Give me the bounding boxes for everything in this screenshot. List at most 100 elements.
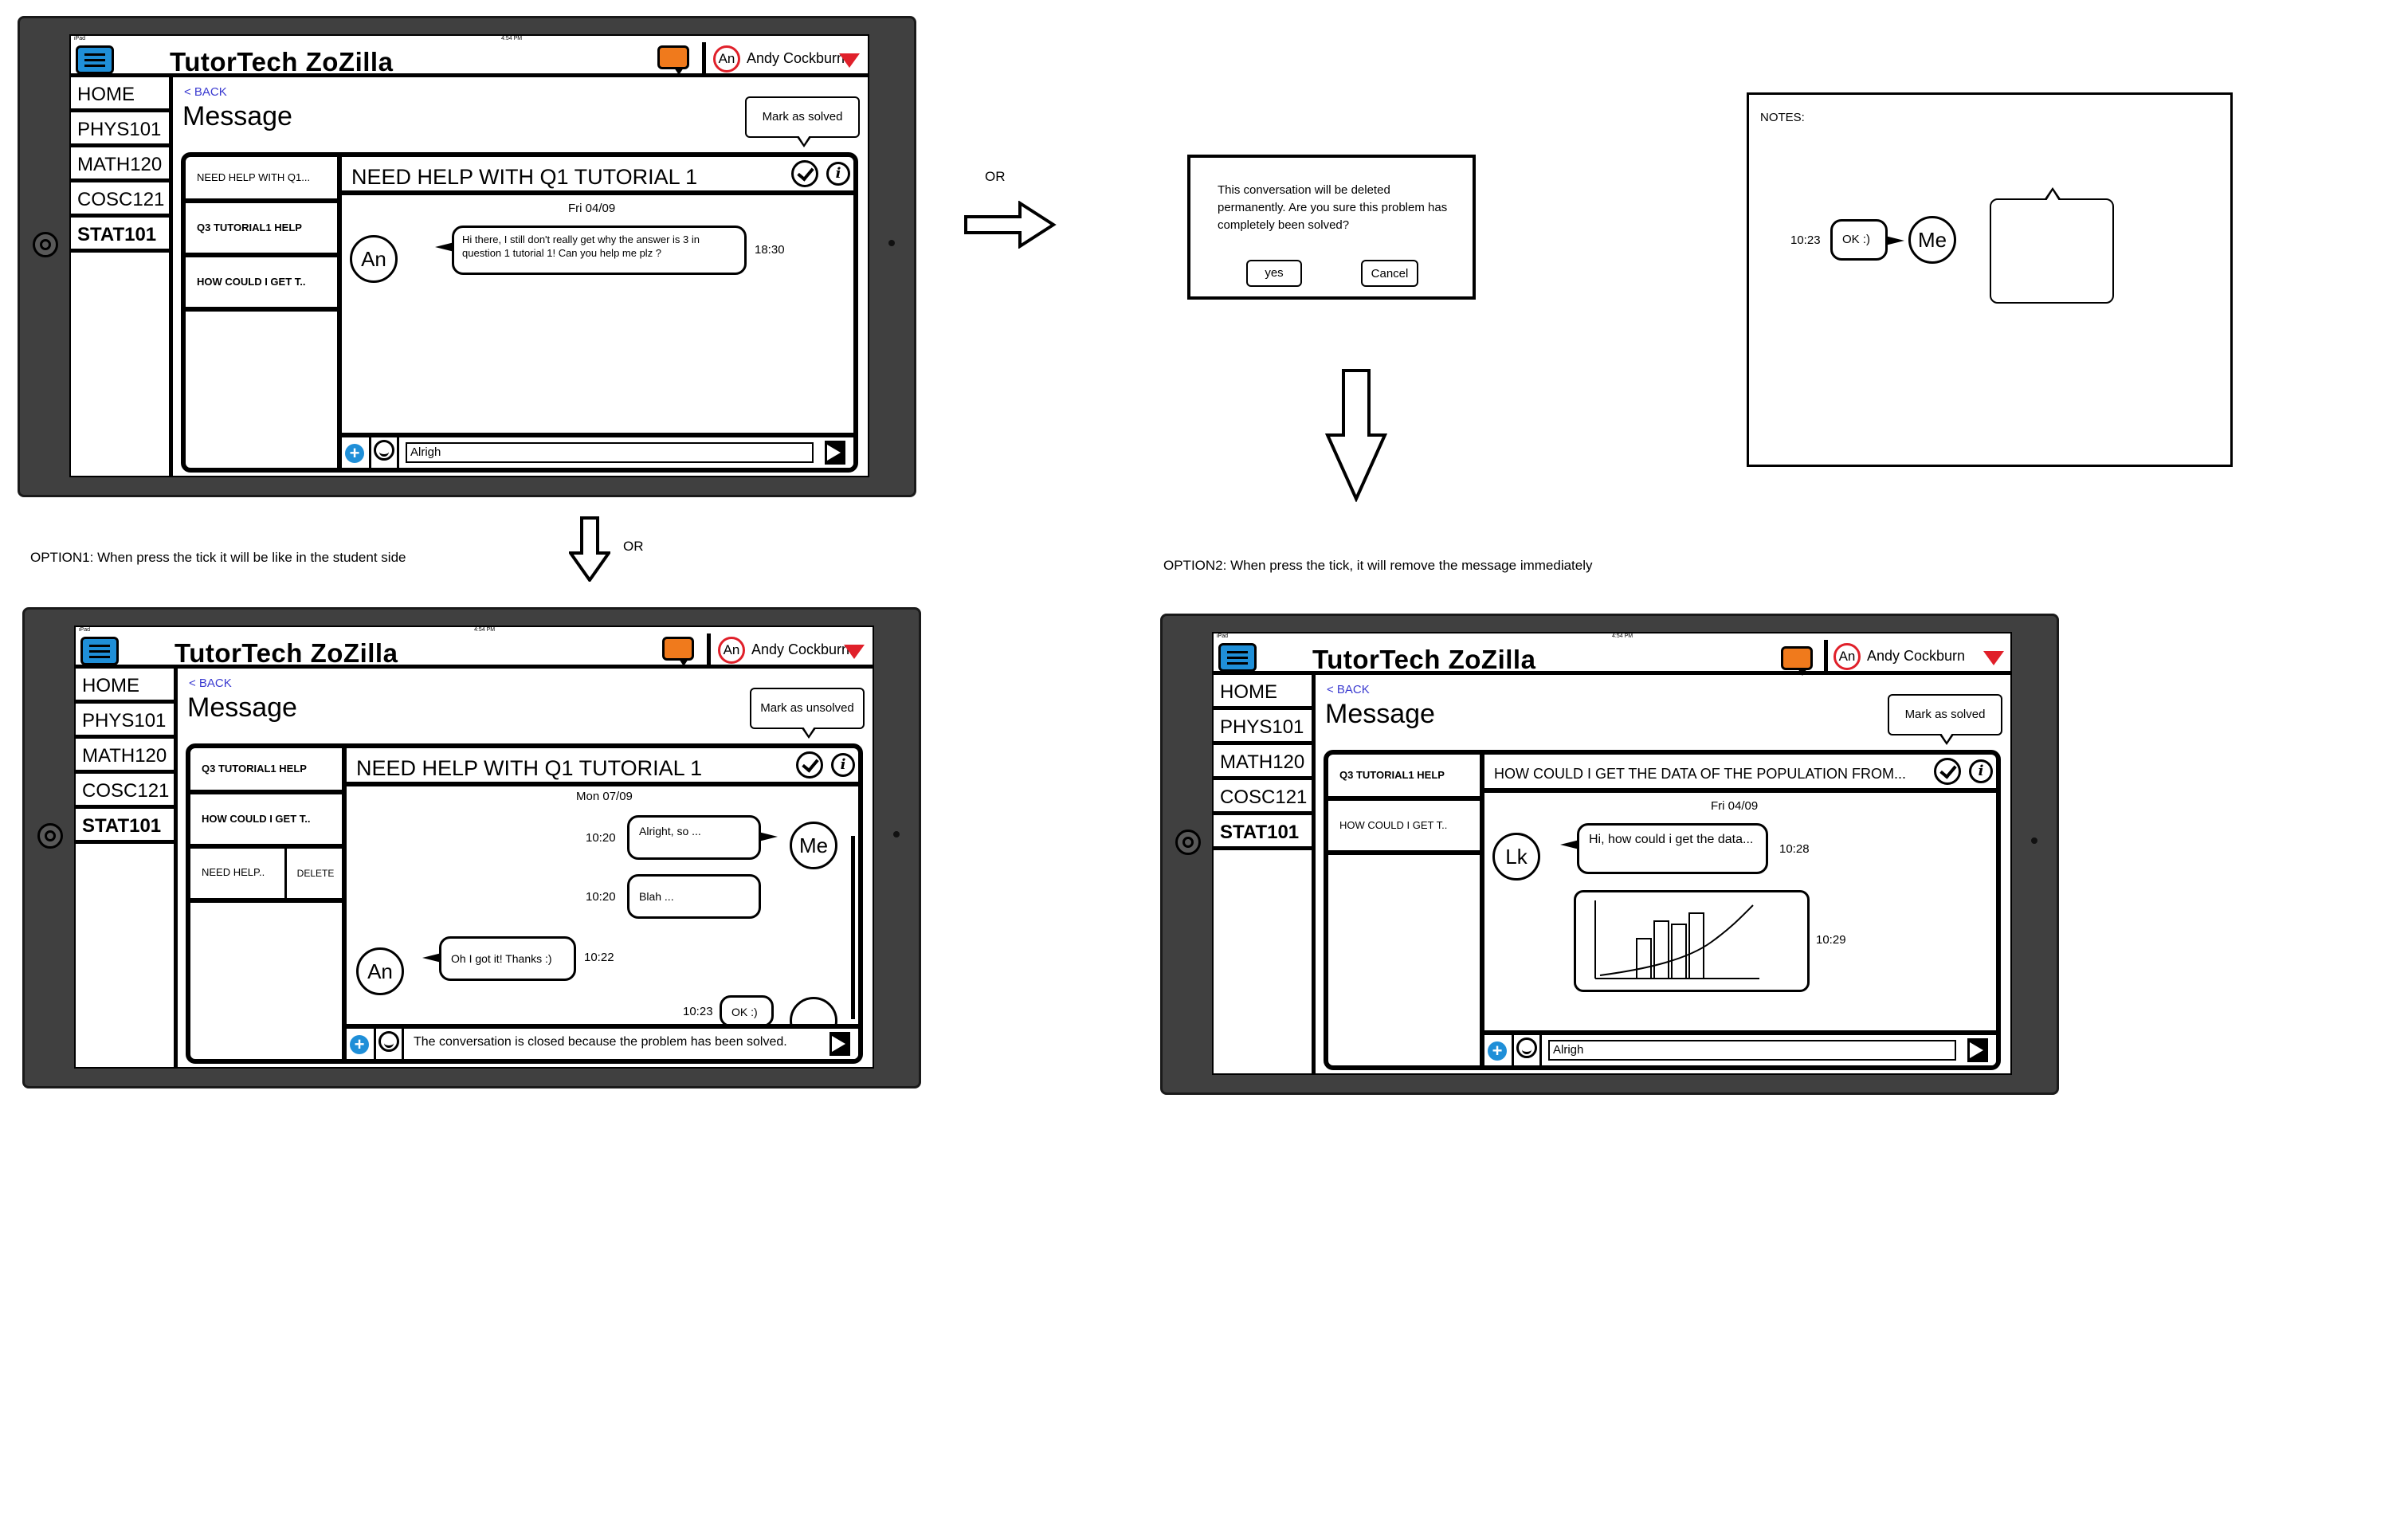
closed-conversation-notice: The conversation is closed because the p… xyxy=(414,1035,787,1049)
sidebar: HOME PHYS101 MATH120 COSC121 STAT101 xyxy=(71,77,173,476)
send-icon[interactable] xyxy=(825,441,845,465)
date-separator: Fri 04/09 xyxy=(568,202,616,215)
back-link[interactable]: < BACK xyxy=(184,85,227,99)
dialog-message: This conversation will be deleted perman… xyxy=(1218,183,1448,232)
tooltip-placeholder xyxy=(1990,198,2114,304)
dropdown-arrow-icon[interactable] xyxy=(839,53,860,68)
nav-stat101[interactable]: STAT101 xyxy=(71,218,169,253)
sender-avatar: Me xyxy=(790,822,837,869)
dropdown-arrow-icon[interactable] xyxy=(1983,651,2004,665)
tick-icon[interactable] xyxy=(1934,758,1961,785)
conversation-item-label[interactable]: NEED HELP.. xyxy=(202,866,265,878)
dropdown-arrow-icon[interactable] xyxy=(844,645,865,659)
notes-avatar: Me xyxy=(1908,216,1956,264)
notes-bubble: OK :) xyxy=(1830,219,1904,261)
back-link[interactable]: < BACK xyxy=(1327,683,1370,696)
chat-title: HOW COULD I GET THE DATA OF THE POPULATI… xyxy=(1494,766,1907,782)
mark-unsolved-button[interactable]: Mark as unsolved xyxy=(750,688,865,739)
home-hardware-button[interactable] xyxy=(33,232,58,257)
yes-button[interactable]: yes xyxy=(1246,260,1302,287)
message-input[interactable]: Alrigh xyxy=(406,442,814,463)
down-arrow-icon xyxy=(569,516,610,582)
conversation-list: Q3 TUTORIAL1 HELP HOW COULD I GET T.. NE… xyxy=(190,748,347,1059)
nav-cosc121[interactable]: COSC121 xyxy=(71,182,169,218)
info-icon[interactable]: i xyxy=(1969,759,1993,783)
conversation-item[interactable]: HOW COULD I GET T.. xyxy=(190,794,342,849)
nav-home[interactable]: HOME xyxy=(76,669,174,704)
scrollbar[interactable] xyxy=(851,836,855,1019)
info-icon[interactable]: i xyxy=(831,753,855,777)
tablet-frame-option2: iPad 4:54 PM TutorTech ZoZilla An Andy C… xyxy=(1160,614,2059,1095)
hamburger-menu-icon[interactable] xyxy=(1218,643,1257,672)
message-input[interactable]: Alrigh xyxy=(1548,1040,1956,1061)
conversation-item-swiped[interactable]: NEED HELP.. DELETE xyxy=(190,849,342,903)
conversation-item[interactable]: Q3 TUTORIAL1 HELP xyxy=(186,203,337,257)
input-bar: + Alrigh xyxy=(342,433,853,468)
add-attachment-icon[interactable]: + xyxy=(1488,1041,1507,1061)
back-link[interactable]: < BACK xyxy=(189,677,232,690)
top-bar: TutorTech ZoZilla An Andy Cockburn xyxy=(71,42,868,77)
nav-cosc121[interactable]: COSC121 xyxy=(76,774,174,809)
info-icon[interactable]: i xyxy=(826,162,850,186)
nav-phys101[interactable]: PHYS101 xyxy=(71,112,169,147)
add-attachment-icon[interactable]: + xyxy=(345,444,364,463)
chat-header: NEED HELP WITH Q1 TUTORIAL 1 i xyxy=(347,748,858,786)
nav-math120[interactable]: MATH120 xyxy=(71,147,169,182)
status-device: iPad xyxy=(79,627,91,633)
emoji-icon[interactable] xyxy=(1512,1035,1542,1065)
tick-icon[interactable] xyxy=(791,160,818,187)
conversation-item[interactable]: HOW COULD I GET T.. xyxy=(186,257,337,312)
nav-home[interactable]: HOME xyxy=(71,77,169,112)
mark-solved-button[interactable]: Mark as solved xyxy=(1888,694,2002,745)
user-name[interactable]: Andy Cockburn xyxy=(1867,648,1965,665)
chat-icon[interactable] xyxy=(1781,646,1813,676)
user-name[interactable]: Andy Cockburn xyxy=(751,641,849,658)
send-icon[interactable] xyxy=(829,1032,850,1056)
add-attachment-icon[interactable]: + xyxy=(350,1035,369,1054)
camera-dot xyxy=(888,240,895,246)
status-device: iPad xyxy=(74,36,86,41)
nav-stat101[interactable]: STAT101 xyxy=(1214,815,1312,850)
conversation-item[interactable]: Q3 TUTORIAL1 HELP xyxy=(190,748,342,794)
confirm-dialog: This conversation will be deleted perman… xyxy=(1187,155,1476,300)
nav-home[interactable]: HOME xyxy=(1214,675,1312,710)
user-name[interactable]: Andy Cockburn xyxy=(747,50,845,67)
conversation-item[interactable]: Q3 TUTORIAL1 HELP xyxy=(1328,755,1480,801)
down-arrow-icon xyxy=(1324,369,1388,502)
home-hardware-button[interactable] xyxy=(37,823,63,849)
conversation-item[interactable]: HOW COULD I GET T.. xyxy=(1328,801,1480,855)
hamburger-menu-icon[interactable] xyxy=(76,45,114,74)
chat-icon[interactable] xyxy=(662,637,694,666)
hamburger-menu-icon[interactable] xyxy=(80,637,119,665)
message-time: 18:30 xyxy=(755,243,785,257)
emoji-icon[interactable] xyxy=(369,437,399,468)
send-icon[interactable] xyxy=(1967,1038,1988,1062)
delete-button[interactable]: DELETE xyxy=(284,849,344,898)
user-avatar[interactable]: An xyxy=(1833,643,1861,670)
tablet-screen: iPad 4:54 PM TutorTech ZoZilla An Andy C… xyxy=(74,626,874,1069)
chat-icon[interactable] xyxy=(657,45,689,75)
tick-icon[interactable] xyxy=(796,751,823,779)
mark-solved-button[interactable]: Mark as solved xyxy=(745,96,860,147)
nav-cosc121[interactable]: COSC121 xyxy=(1214,780,1312,815)
chart-image-message xyxy=(1574,890,1810,992)
emoji-icon[interactable] xyxy=(374,1029,404,1059)
home-hardware-button[interactable] xyxy=(1175,830,1201,855)
message-bubble: Alright, so ... xyxy=(627,815,778,860)
message-time: 10:29 xyxy=(1816,933,1846,947)
message-bubble: Blah ... xyxy=(627,874,761,919)
nav-phys101[interactable]: PHYS101 xyxy=(1214,710,1312,745)
user-avatar[interactable]: An xyxy=(718,637,745,664)
message-bubble: Oh I got it! Thanks :) xyxy=(422,936,576,981)
cancel-button[interactable]: Cancel xyxy=(1361,260,1418,287)
conversation-item[interactable]: NEED HELP WITH Q1... xyxy=(186,157,337,203)
message-bubble: OK :) xyxy=(720,995,774,1027)
page-title: Message xyxy=(182,101,292,131)
nav-stat101[interactable]: STAT101 xyxy=(76,809,174,844)
nav-math120[interactable]: MATH120 xyxy=(76,739,174,774)
tablet-frame-option1: iPad 4:54 PM TutorTech ZoZilla An Andy C… xyxy=(22,607,921,1088)
user-avatar[interactable]: An xyxy=(713,45,740,73)
nav-phys101[interactable]: PHYS101 xyxy=(76,704,174,739)
nav-math120[interactable]: MATH120 xyxy=(1214,745,1312,780)
sender-avatar: An xyxy=(350,235,398,283)
